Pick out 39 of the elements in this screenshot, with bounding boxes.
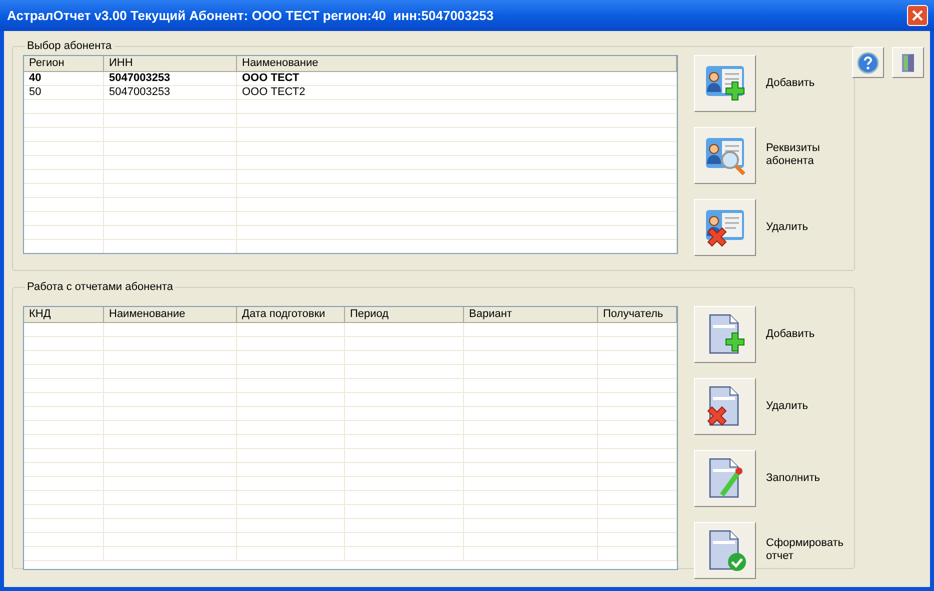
toolbar-button[interactable] [892, 47, 924, 78]
column-header[interactable]: Наименование [104, 306, 237, 322]
column-header[interactable]: Дата подготовки [237, 306, 345, 322]
action-button[interactable] [694, 450, 756, 506]
window-title: АстралОтчет v3.00 Текущий Абонент: ООО ТЕСТ регион:40 инн:5047003253 [7, 6, 494, 25]
button-label: Добавить [766, 328, 816, 340]
button-label: Реквизиты абонента [766, 142, 821, 168]
table-cell: ООО ТЕСТ2 [237, 86, 677, 98]
group-title: Выбор абонента [26, 39, 113, 54]
close-button[interactable] [907, 5, 928, 26]
column-header[interactable]: ИНН [104, 56, 237, 70]
action-button[interactable] [694, 522, 756, 578]
table-cell: 5047003253 [104, 86, 237, 98]
table-row[interactable]: 40 5047003253 ООО ТЕСТ [24, 72, 677, 86]
button-label: Заполнить [766, 472, 822, 484]
button-label: Удалить [766, 400, 809, 412]
table-cell: 5047003253 [104, 72, 237, 84]
column-header[interactable]: КНД [24, 306, 104, 322]
table-row[interactable]: 50 5047003253 ООО ТЕСТ2 [24, 86, 677, 100]
help-icon [857, 52, 879, 74]
button-label: Удалить [766, 220, 809, 234]
action-button[interactable] [694, 54, 756, 112]
table-cell: 40 [24, 72, 104, 84]
action-button[interactable] [694, 126, 756, 184]
column-header[interactable]: Регион [24, 56, 104, 70]
button-label: Добавить [766, 76, 816, 90]
action-button[interactable] [694, 198, 756, 256]
table-cell: ООО ТЕСТ [237, 72, 677, 84]
action-button[interactable] [694, 306, 756, 362]
table-cell: 50 [24, 86, 104, 98]
toolbar-button[interactable] [852, 47, 884, 78]
column-header[interactable]: Период [345, 306, 464, 322]
group-title: Работа с отчетами абонента [26, 280, 174, 295]
button-label: Сформировать отчет [766, 537, 844, 563]
column-header[interactable]: Вариант [464, 306, 598, 322]
column-header[interactable]: Получатель [598, 306, 677, 322]
close-icon [912, 10, 923, 21]
action-button[interactable] [694, 378, 756, 434]
column-header[interactable]: Наименование [237, 56, 677, 70]
